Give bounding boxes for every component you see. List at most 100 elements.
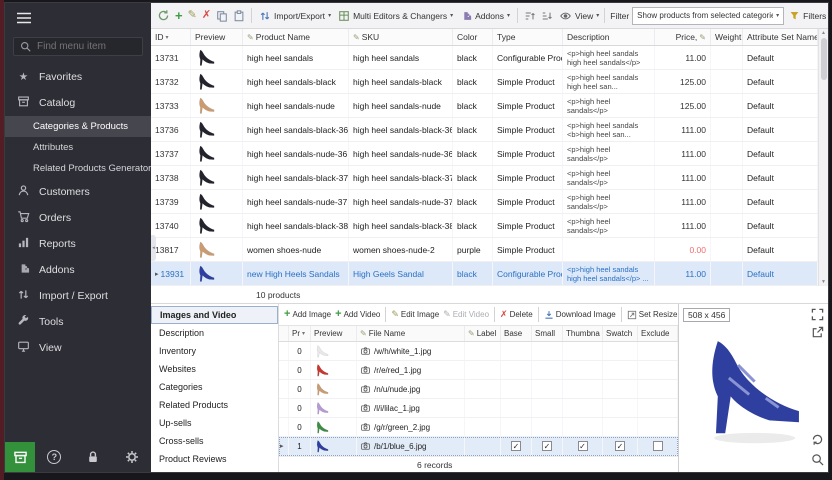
menu-toggle-button[interactable]: [5, 3, 151, 33]
sidebar-item-favorites[interactable]: ★ Favorites: [5, 64, 151, 90]
tab-up-sells[interactable]: Up-sells: [151, 414, 278, 432]
tab-images-and-video[interactable]: Images and Video: [151, 306, 278, 324]
column-header-description[interactable]: Description: [563, 29, 655, 45]
zoom-icon[interactable]: [811, 453, 824, 466]
edit-image-button[interactable]: ✎Edit Image: [390, 309, 440, 320]
column-header-priority[interactable]: Pr▾: [289, 326, 311, 341]
product-row[interactable]: 13738 high heel sandals-black-37 high he…: [151, 166, 818, 190]
delete-image-button[interactable]: ✗Delete: [499, 309, 534, 320]
column-header-image-preview[interactable]: Preview: [311, 326, 357, 341]
tab-description[interactable]: Description: [151, 324, 278, 342]
sort-descending-button[interactable]: [540, 9, 554, 23]
swatch-checkbox[interactable]: [615, 441, 625, 451]
image-row[interactable]: 0 /w/h/white_1.jpg: [279, 342, 678, 361]
image-row[interactable]: ▸ 1 /b/1/blue_6.jpg: [279, 437, 678, 456]
product-row[interactable]: 13731 high heel sandals high heel sandal…: [151, 46, 818, 70]
product-id-cell: 13739: [151, 190, 191, 213]
paste-button[interactable]: [232, 9, 246, 23]
edit-product-button[interactable]: ✎: [187, 9, 198, 22]
column-header-file-name[interactable]: ✎File Name: [357, 326, 465, 341]
column-header-type[interactable]: Type: [493, 29, 563, 45]
column-header-exclude[interactable]: Exclude: [638, 326, 678, 341]
thumbnail-checkbox[interactable]: [578, 441, 588, 451]
help-icon[interactable]: ?: [47, 450, 61, 464]
tab-product-reviews[interactable]: Product Reviews: [151, 450, 278, 468]
download-image-button[interactable]: Download Image: [543, 309, 617, 321]
scroll-up-arrow[interactable]: ▲: [821, 30, 826, 36]
column-header-product-name[interactable]: ✎Product Name: [243, 29, 349, 45]
scrollbar-thumb[interactable]: [821, 38, 827, 80]
edit-video-button[interactable]: ✎Edit Video: [442, 309, 490, 320]
filter-select[interactable]: Show products from selected categories ▾: [632, 7, 784, 25]
product-row[interactable]: 13740 high heel sandals-black-38 high he…: [151, 214, 818, 238]
sidebar-item-related-products-generator[interactable]: Related Products Generator: [5, 158, 151, 179]
sort-ascending-button[interactable]: [523, 9, 537, 23]
column-header-sku[interactable]: ✎SKU: [349, 29, 453, 45]
main-area: + ✎ ✗ Import/Export▾ Multi Editors & Cha…: [151, 3, 828, 472]
sidebar-search[interactable]: [13, 37, 143, 56]
add-product-button[interactable]: +: [174, 8, 184, 23]
lock-icon[interactable]: [86, 450, 100, 464]
column-header-preview[interactable]: Preview: [191, 29, 243, 45]
product-row[interactable]: 13739 high heel sandals-nude-37 high hee…: [151, 190, 818, 214]
tab-websites[interactable]: Websites: [151, 360, 278, 378]
view-button[interactable]: View▾: [557, 9, 601, 23]
sidebar-item-categories-and-products[interactable]: Categories & Products: [5, 116, 151, 137]
column-header-color[interactable]: Color: [453, 29, 493, 45]
sidebar-item-attributes[interactable]: Attributes: [5, 137, 151, 158]
sidebar-item-tools[interactable]: Tools: [5, 309, 151, 335]
sidebar-item-reports[interactable]: Reports: [5, 231, 151, 257]
tab-cross-sells[interactable]: Cross-sells: [151, 432, 278, 450]
addons-button[interactable]: Addons▾: [458, 9, 512, 23]
column-header-base[interactable]: Base: [501, 326, 532, 341]
column-header-thumbnail[interactable]: Thumbna: [563, 326, 603, 341]
tab-inventory[interactable]: Inventory: [151, 342, 278, 360]
refresh-button[interactable]: [156, 8, 171, 23]
copy-button[interactable]: [215, 9, 229, 23]
rotate-icon[interactable]: [811, 433, 824, 446]
column-header-weight[interactable]: Weight: [711, 29, 743, 45]
add-image-button[interactable]: +Add Image: [283, 308, 332, 321]
image-row[interactable]: 0 /n/u/nude.jpg: [279, 380, 678, 399]
sidebar-item-import-export[interactable]: Import / Export: [5, 283, 151, 309]
product-row[interactable]: 13737 high heel sandals-nude-36 high hee…: [151, 142, 818, 166]
exclude-checkbox[interactable]: [653, 441, 663, 451]
store-button[interactable]: [5, 442, 35, 472]
product-row[interactable]: 13732 high heel sandals-black high heel …: [151, 70, 818, 94]
import-export-button[interactable]: Import/Export▾: [257, 9, 333, 23]
base-checkbox[interactable]: [511, 441, 521, 451]
add-video-button[interactable]: +Add Video: [334, 308, 381, 321]
product-row[interactable]: 13817 women shoes-nude women shoes-nude-…: [151, 238, 818, 262]
sidebar-item-catalog[interactable]: Catalog: [5, 90, 151, 116]
multi-editors-button[interactable]: Multi Editors & Changers▾: [336, 9, 455, 23]
sidebar-item-customers[interactable]: Customers: [5, 179, 151, 205]
column-header-attribute-set[interactable]: Attribute Set Name: [743, 29, 818, 45]
gear-icon[interactable]: [125, 450, 139, 464]
product-row[interactable]: 13736 high heel sandals-black-36 high he…: [151, 118, 818, 142]
image-filename-cell: /g/r/green_2.jpg: [357, 418, 465, 436]
column-header-small[interactable]: Small: [532, 326, 563, 341]
scroll-down-arrow[interactable]: ▼: [821, 279, 826, 285]
column-header-label[interactable]: ✎Label: [465, 326, 501, 341]
small-checkbox[interactable]: [542, 441, 552, 451]
sidebar-item-addons[interactable]: Addons: [5, 257, 151, 283]
sidebar-collapse-handle[interactable]: ◂: [151, 235, 156, 261]
sidebar-item-view[interactable]: View: [5, 335, 151, 361]
filters-button[interactable]: Filters▾: [787, 9, 828, 22]
image-row[interactable]: 0 /g/r/green_2.jpg: [279, 418, 678, 437]
column-header-swatch[interactable]: Swatch: [603, 326, 638, 341]
image-row[interactable]: 0 /l/i/lilac_1.jpg: [279, 399, 678, 418]
sidebar-item-orders[interactable]: Orders: [5, 205, 151, 231]
column-header-price[interactable]: Price,✎: [655, 29, 711, 45]
grid-vertical-scrollbar[interactable]: ▲ ▼: [818, 29, 828, 286]
set-resize-rule-button[interactable]: Set Resize Rule▾: [626, 309, 678, 321]
search-input[interactable]: [37, 41, 136, 52]
image-row[interactable]: 0 /r/e/red_1.jpg: [279, 361, 678, 380]
delete-product-button[interactable]: ✗: [201, 9, 212, 22]
product-row[interactable]: 13733 high heel sandals-nude high heel s…: [151, 94, 818, 118]
column-header-id[interactable]: ID▾: [151, 29, 191, 45]
tab-related-products[interactable]: Related Products: [151, 396, 278, 414]
product-row[interactable]: 13931 new High Heels Sandals High Geels …: [151, 262, 818, 286]
tab-categories[interactable]: Categories: [151, 378, 278, 396]
fullscreen-icon[interactable]: [811, 308, 824, 321]
